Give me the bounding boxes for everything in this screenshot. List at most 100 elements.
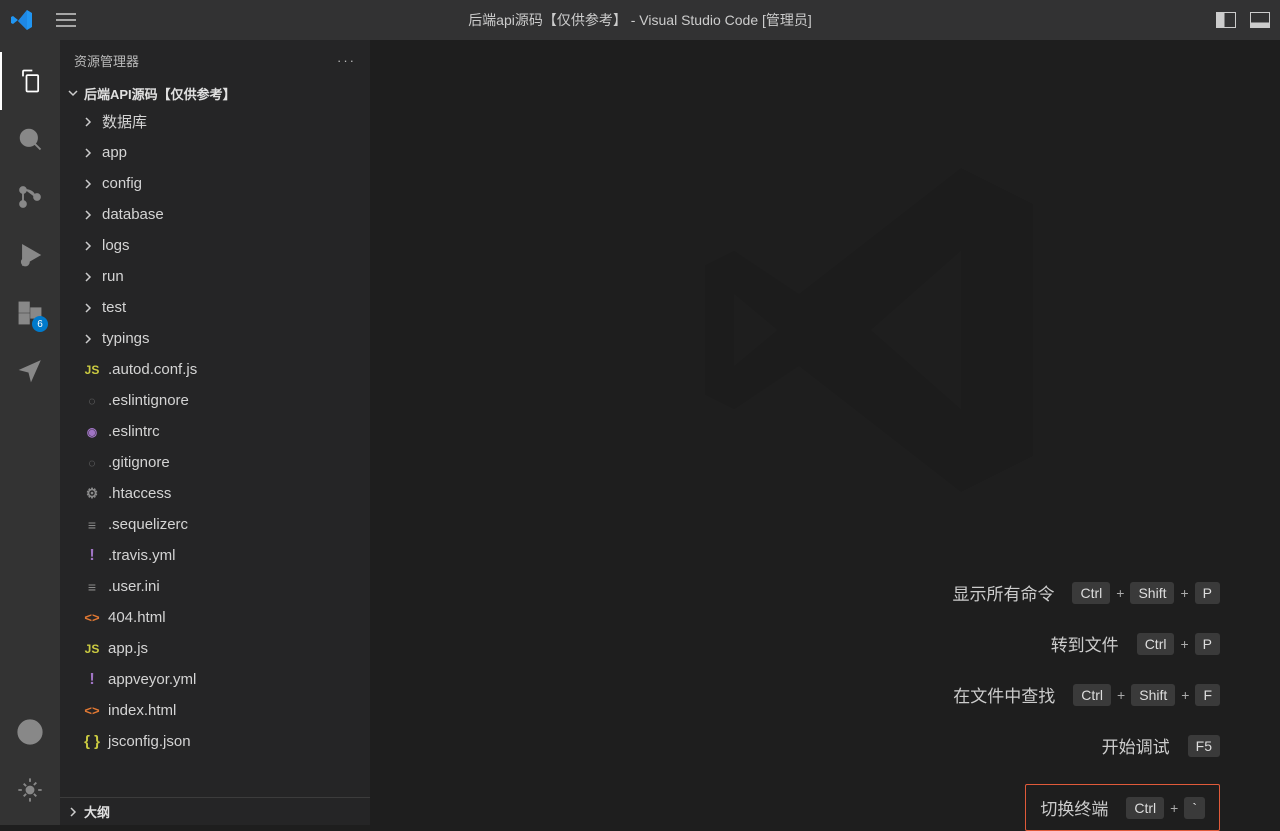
hint-label: 切换终端 <box>1040 795 1108 820</box>
hint-keys: F5 <box>1188 735 1220 757</box>
key-plus: + <box>1181 687 1189 703</box>
workspace-root[interactable]: 后端API源码【仅供参考】 <box>60 80 370 106</box>
hint-keys: Ctrl+Shift+P <box>1072 582 1220 604</box>
folder-label: typings <box>102 330 150 347</box>
toggle-panel-icon[interactable] <box>1250 12 1270 28</box>
split-editor-icon[interactable] <box>1216 12 1236 28</box>
file-item[interactable]: ◉ .eslintrc <box>60 416 370 447</box>
folder-item[interactable]: typings <box>60 323 370 354</box>
ignore-file-icon: ◌ <box>88 456 95 470</box>
file-item[interactable]: ! appveyor.yml <box>60 664 370 695</box>
folder-item[interactable]: logs <box>60 230 370 261</box>
key-plus: + <box>1180 636 1188 652</box>
chevron-right-icon <box>80 147 96 159</box>
folder-item[interactable]: run <box>60 261 370 292</box>
folder-item[interactable]: 数据库 <box>60 106 370 137</box>
title-bar: 后端api源码【仅供参考】 - Visual Studio Code [管理员] <box>0 0 1280 40</box>
file-tree[interactable]: 数据库 app configdatabase logs run test typings JS… <box>60 106 370 797</box>
start-hints: 显示所有命令Ctrl+Shift+P转到文件Ctrl+P在文件中查找Ctrl+S… <box>952 580 1220 831</box>
file-label: 404.html <box>108 609 166 626</box>
vscode-logo-icon <box>10 8 34 32</box>
file-label: .travis.yml <box>108 547 176 564</box>
file-item[interactable]: <>index.html <box>60 695 370 726</box>
ignore-file-icon: ◌ <box>88 394 95 408</box>
ini-file-icon: ≡ <box>88 517 96 533</box>
folder-label: app <box>102 144 127 161</box>
keycap: Ctrl <box>1072 582 1110 604</box>
keycap: Ctrl <box>1126 797 1164 819</box>
keycap: Ctrl <box>1073 684 1111 706</box>
file-item[interactable]: ≡.user.ini <box>60 571 370 602</box>
hint-row: 切换终端Ctrl+` <box>1025 784 1220 831</box>
layout-controls <box>1216 12 1270 28</box>
key-plus: + <box>1180 585 1188 601</box>
window-title: 后端api源码【仅供参考】 - Visual Studio Code [管理员] <box>468 10 812 30</box>
file-item[interactable]: JS.autod.conf.js <box>60 354 370 385</box>
activity-source-control[interactable] <box>0 168 60 226</box>
hint-label: 转到文件 <box>1051 631 1119 656</box>
file-label: .user.ini <box>108 578 160 595</box>
keycap: P <box>1195 633 1220 655</box>
activity-search[interactable] <box>0 110 60 168</box>
file-label: .gitignore <box>108 454 170 471</box>
folder-item[interactable]: config <box>60 168 370 199</box>
json-file-icon: { } <box>84 733 100 750</box>
file-item[interactable]: ≡ .sequelizerc <box>60 509 370 540</box>
editor-area: 显示所有命令Ctrl+Shift+P转到文件Ctrl+P在文件中查找Ctrl+S… <box>370 40 1280 825</box>
chevron-right-icon <box>80 240 96 252</box>
yaml-file-icon: ! <box>89 671 94 689</box>
activity-location[interactable] <box>0 342 60 400</box>
activity-bar: 6 <box>0 40 60 825</box>
keycap: Shift <box>1131 684 1175 706</box>
hint-keys: Ctrl+P <box>1137 633 1220 655</box>
outline-section[interactable]: 大纲 <box>60 797 370 825</box>
keycap: F <box>1195 684 1220 706</box>
folder-item[interactable]: database <box>60 199 370 230</box>
hint-label: 显示所有命令 <box>952 580 1054 605</box>
activity-explorer[interactable] <box>0 52 60 110</box>
activity-settings[interactable] <box>0 761 60 819</box>
hint-row: 显示所有命令Ctrl+Shift+P <box>952 580 1220 605</box>
chevron-right-icon <box>80 116 96 128</box>
outline-label: 大纲 <box>84 802 110 821</box>
sidebar-more-icon[interactable]: ··· <box>337 53 356 68</box>
app-menu-icon[interactable] <box>56 13 76 27</box>
chevron-down-icon <box>64 87 82 99</box>
keycap: F5 <box>1188 735 1220 757</box>
file-item[interactable]: ◌ .gitignore <box>60 447 370 478</box>
hint-row: 在文件中查找Ctrl+Shift+F <box>953 682 1220 707</box>
chevron-right-icon <box>64 806 82 818</box>
gear-file-icon: ⚙ <box>86 485 99 502</box>
file-item[interactable]: !.travis.yml <box>60 540 370 571</box>
js-file-icon: JS <box>85 642 100 656</box>
chevron-right-icon <box>80 271 96 283</box>
file-item[interactable]: ⚙.htaccess <box>60 478 370 509</box>
file-item[interactable]: <>404.html <box>60 602 370 633</box>
file-label: .autod.conf.js <box>108 361 197 378</box>
html-file-icon: <> <box>84 703 99 718</box>
activity-account[interactable] <box>0 703 60 761</box>
file-label: appveyor.yml <box>108 671 196 688</box>
keycap: Shift <box>1130 582 1174 604</box>
file-item[interactable]: { }jsconfig.json <box>60 726 370 757</box>
file-item[interactable]: JSapp.js <box>60 633 370 664</box>
folder-label: test <box>102 299 126 316</box>
workspace-label: 后端API源码【仅供参考】 <box>84 84 236 103</box>
config-file-icon: ◉ <box>87 425 97 439</box>
hint-label: 在文件中查找 <box>953 682 1055 707</box>
hint-label: 开始调试 <box>1102 733 1170 758</box>
activity-run-debug[interactable] <box>0 226 60 284</box>
file-label: .eslintrc <box>108 423 160 440</box>
key-plus: + <box>1116 585 1124 601</box>
folder-item[interactable]: app <box>60 137 370 168</box>
folder-item[interactable]: test <box>60 292 370 323</box>
sidebar-title: 资源管理器 <box>74 51 139 70</box>
file-label: .eslintignore <box>108 392 189 409</box>
file-label: .sequelizerc <box>108 516 188 533</box>
chevron-right-icon <box>80 333 96 345</box>
folder-label: logs <box>102 237 130 254</box>
sidebar: 资源管理器 ··· 后端API源码【仅供参考】 数据库 app configdata… <box>60 40 370 825</box>
file-item[interactable]: ◌ .eslintignore <box>60 385 370 416</box>
chevron-right-icon <box>80 209 96 221</box>
activity-extensions[interactable]: 6 <box>0 284 60 342</box>
